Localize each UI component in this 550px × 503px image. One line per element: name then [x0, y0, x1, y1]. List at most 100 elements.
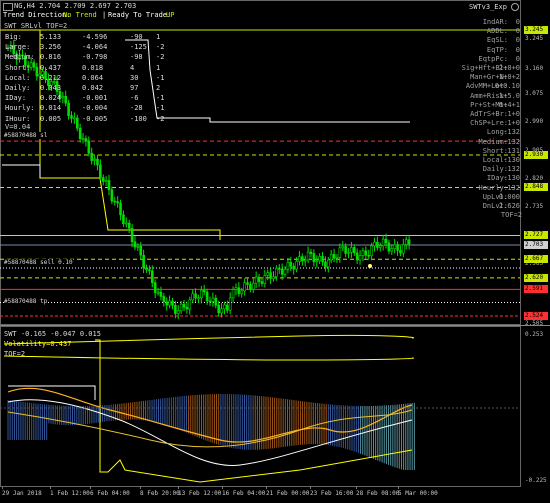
symbol-ohlc: NG,H4 2.704 2.709 2.697 2.703 — [14, 2, 137, 10]
candle-body — [387, 242, 391, 252]
candle-body — [223, 304, 226, 310]
sub-axis-top: 0.253 — [525, 331, 544, 338]
panel-value: 2.626 — [498, 202, 520, 210]
candle-body — [390, 248, 394, 252]
candle-body — [35, 66, 39, 77]
sr-level-title: SWT_SRLvl_TOF=2 — [4, 22, 68, 30]
stat-a: 0.212 — [40, 73, 62, 82]
candle-body — [286, 262, 290, 270]
candle-body — [32, 62, 36, 68]
candle-body — [194, 293, 197, 299]
candle-body — [396, 244, 399, 251]
candle-body — [78, 127, 82, 140]
candle-body — [361, 250, 365, 256]
candle-body — [122, 214, 125, 225]
stat-b: 0.018 — [82, 63, 104, 72]
volatility-mid — [3, 355, 414, 361]
candle-body — [251, 282, 255, 290]
candle-body — [329, 254, 333, 261]
panel-value: 0 — [515, 27, 520, 36]
candle-body — [110, 189, 114, 202]
stat-c: -28 — [130, 104, 143, 113]
candle-body — [211, 297, 215, 302]
panel-value: 1+5.0 — [498, 91, 520, 100]
stat-label: IHour: — [5, 114, 31, 123]
panel-label: TOF=2 — [500, 211, 522, 220]
stat-d: 1 — [156, 63, 161, 72]
price-tag: 2.667 — [524, 255, 548, 264]
candle-body — [29, 62, 33, 68]
price-tag: 3.245 — [524, 26, 548, 34]
candle-body — [298, 256, 301, 262]
tp-line-label: #58870488 tp — [4, 298, 48, 305]
panel-value: -130 — [503, 174, 520, 183]
candle-body — [226, 304, 229, 311]
stat-c: -6 — [130, 94, 139, 103]
candle-body — [292, 265, 295, 270]
candle-body — [185, 306, 189, 310]
candle-body — [243, 282, 246, 292]
main-chart-frame — [0, 0, 521, 325]
trading-chart-window[interactable]: NG,H4 2.704 2.709 2.697 2.703 Trend Dire… — [0, 0, 550, 503]
candle-body — [81, 138, 85, 140]
candle-body — [332, 254, 336, 259]
candle-body — [165, 301, 169, 306]
stat-b: -4.596 — [82, 33, 108, 41]
stat-label: Short: — [5, 63, 31, 72]
time-axis-label: 8 Feb 20:00 — [140, 490, 180, 497]
panel-value: -132 — [503, 128, 520, 137]
candle-body — [67, 102, 70, 116]
candle-body — [99, 164, 102, 178]
signal-step-line — [2, 164, 41, 178]
stat-a: 0.024 — [40, 94, 62, 103]
price-tag: 2.848 — [524, 183, 548, 192]
panel-value: 0 — [515, 54, 520, 63]
price-tag: 2.703 — [524, 240, 548, 249]
candle-body — [373, 241, 376, 247]
stat-b: -0.004 — [82, 104, 108, 113]
stat-b: 0.064 — [82, 73, 104, 82]
stat-d: -2 — [156, 43, 165, 52]
swt-values: SWT -0.165 -0.047 0.015 — [4, 330, 101, 338]
candle-body — [393, 244, 396, 249]
candle-body — [191, 293, 194, 301]
candle-body — [376, 241, 379, 248]
candle-body — [162, 296, 166, 303]
indicator-settings-icon[interactable] — [511, 3, 519, 11]
stat-a: 0.437 — [40, 63, 62, 72]
stat-label: Local: — [5, 73, 31, 82]
candle-body — [107, 180, 111, 191]
candle-body — [249, 284, 252, 290]
candle-body — [159, 291, 163, 297]
stat-a: 0.005 — [40, 114, 62, 123]
stat-b: -0.798 — [82, 53, 108, 62]
stat-d: 2 — [156, 84, 161, 92]
price-tag: 2.620 — [524, 273, 548, 282]
candle-body — [130, 228, 134, 242]
candle-body — [344, 246, 347, 254]
candle-body — [125, 222, 128, 225]
price-axis-label: 3.075 — [525, 90, 544, 97]
symbol-icon — [3, 3, 13, 11]
candle-body — [266, 272, 270, 276]
panel-value: 0.000 — [498, 192, 520, 201]
price-axis-label: 2.820 — [525, 175, 544, 182]
candle-body — [113, 200, 117, 203]
candle-body — [358, 255, 362, 261]
candle-body — [156, 291, 160, 294]
stat-d: -2 — [156, 114, 165, 123]
time-tick — [310, 486, 311, 489]
stat-c: 97 — [130, 84, 139, 92]
candle-body — [324, 261, 327, 268]
candle-body — [142, 254, 145, 269]
candle-body — [315, 260, 319, 263]
time-tick — [2, 486, 3, 489]
panel-value: 0 — [515, 18, 520, 26]
time-tick — [90, 486, 91, 489]
candle-body — [87, 140, 91, 154]
candle-body — [231, 289, 235, 299]
stat-a: 5.133 — [40, 33, 62, 41]
time-axis-label: 5 Mar 00:00 — [398, 490, 438, 497]
panel-value: -130 — [503, 156, 520, 164]
candle-body — [254, 276, 258, 284]
